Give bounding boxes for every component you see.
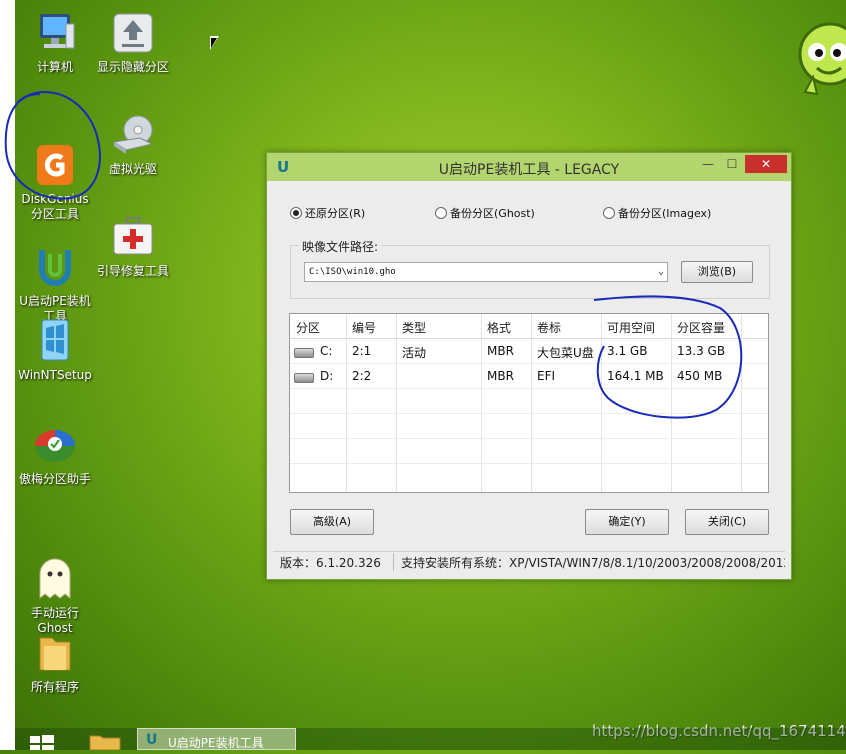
minimize-button[interactable]: — — [697, 155, 719, 173]
image-path-value: C:\ISO\win10.gho — [309, 267, 396, 277]
column-divider — [396, 314, 397, 492]
first-aid-kit-icon — [110, 214, 156, 260]
row-divider — [290, 413, 768, 414]
disk-drive-icon — [294, 348, 314, 358]
column-divider — [531, 314, 532, 492]
active-task-label: U启动PE装机工具 — [168, 736, 264, 750]
desktop-icon-label: 计算机 — [36, 60, 73, 74]
uqidong-logo-icon — [32, 229, 78, 286]
virtual-drive-icon — [110, 112, 156, 158]
table-cell: 450 MB — [677, 369, 723, 383]
taskbar-active-task[interactable]: U U启动PE装机工具 — [137, 728, 296, 750]
table-cell: 164.1 MB — [607, 369, 664, 383]
column-header-number[interactable]: 编号 — [352, 319, 376, 336]
desktop-icon-show-hidden-partition[interactable]: 显示隐藏分区 — [91, 10, 175, 75]
column-header-volume-label[interactable]: 卷标 — [537, 319, 561, 336]
desktop-icon-label: WinNTSetup — [18, 368, 92, 382]
column-divider — [601, 314, 602, 492]
table-cell: 大包菜U盘 — [537, 346, 594, 360]
column-header-free-space[interactable]: 可用空间 — [607, 319, 655, 336]
browse-button[interactable]: 浏览(B) — [681, 261, 753, 283]
row-divider — [290, 363, 768, 364]
computer-icon — [32, 10, 78, 56]
column-header-capacity[interactable]: 分区容量 — [677, 319, 725, 336]
table-cell: MBR — [487, 344, 514, 358]
chevron-down-icon[interactable]: ⌄ — [658, 263, 664, 281]
desktop-icon-label: 虚拟光驱 — [108, 162, 157, 176]
radio-checked-icon — [290, 207, 302, 219]
radio-label: 还原分区(R) — [305, 207, 366, 220]
uqidong-logo-icon: U — [146, 732, 158, 748]
column-divider — [741, 314, 742, 492]
column-header-format[interactable]: 格式 — [487, 319, 511, 336]
diskgenius-icon — [32, 127, 78, 185]
folder-icon — [32, 630, 78, 676]
folder-icon — [89, 735, 121, 751]
disk-drive-icon — [294, 373, 314, 383]
status-bar: 版本：6.1.20.326 支持安装所有系统：XP/VISTA/WIN7/8/8… — [273, 551, 785, 572]
desktop-icon-virtual-drive[interactable]: 虚拟光驱 — [91, 112, 175, 177]
radio-label: 备份分区(Imagex) — [618, 207, 712, 220]
column-divider — [671, 314, 672, 492]
taskbar-explorer-button[interactable] — [86, 728, 126, 751]
partition-icon — [110, 10, 156, 56]
table-cell: D: — [320, 369, 334, 383]
radio-unchecked-icon — [603, 207, 615, 219]
image-path-group: 映像文件路径: C:\ISO\win10.gho ⌄ 浏览(B) — [290, 238, 770, 299]
radio-restore-partition[interactable]: 还原分区(R) — [290, 205, 365, 221]
partition-table[interactable]: 分区 编号 类型 格式 卷标 可用空间 分区容量 C: 2:1 活动 MBR 大… — [289, 313, 769, 493]
title-bar[interactable]: U U启动PE装机工具 - LEGACY — ☐ ✕ — [267, 153, 791, 181]
version-text: 版本：6.1.20.326 — [280, 556, 381, 570]
radio-backup-ghost[interactable]: 备份分区(Ghost) — [435, 205, 535, 221]
radio-label: 备份分区(Ghost) — [450, 207, 535, 220]
radio-unchecked-icon — [435, 207, 447, 219]
image-path-label: 映像文件路径: — [299, 238, 382, 255]
ghost-icon — [32, 541, 78, 600]
table-cell: 13.3 GB — [677, 344, 726, 358]
column-header-type[interactable]: 类型 — [402, 319, 426, 336]
mouse-cursor-icon — [210, 36, 219, 50]
table-cell: MBR — [487, 369, 514, 383]
windows-logo-icon — [30, 735, 54, 750]
close-button[interactable]: 关闭(C) — [685, 509, 769, 535]
desktop-icon-aomei[interactable]: 傲梅分区助手 — [13, 422, 97, 487]
desktop-icon-all-programs[interactable]: 所有程序 — [13, 630, 97, 695]
row-divider — [290, 438, 768, 439]
table-cell: 活动 — [402, 346, 427, 360]
winntsetup-icon — [32, 318, 78, 364]
table-header: 分区 编号 类型 格式 卷标 可用空间 分区容量 — [290, 314, 768, 339]
desktop-icon-winntsetup[interactable]: WinNTSetup — [13, 318, 97, 383]
table-cell: EFI — [537, 369, 556, 383]
table-cell: 2:1 — [352, 344, 372, 358]
column-divider — [346, 314, 347, 492]
column-divider — [481, 314, 482, 492]
row-divider — [290, 388, 768, 389]
advanced-button[interactable]: 高级(A) — [290, 509, 374, 535]
installer-window: U U启动PE装机工具 - LEGACY — ☐ ✕ 还原分区(R) 备份分区(… — [266, 152, 792, 580]
maximize-button[interactable]: ☐ — [721, 155, 743, 173]
start-button[interactable] — [26, 728, 58, 750]
desktop-icon-label: 所有程序 — [30, 680, 79, 694]
column-header-partition[interactable]: 分区 — [296, 319, 320, 336]
supported-systems-text: 支持安装所有系统：XP/VISTA/WIN7/8/8.1/10/2003/200… — [401, 556, 785, 570]
table-cell: 2:2 — [352, 369, 372, 383]
desktop-icon-label: 显示隐藏分区 — [96, 60, 169, 74]
image-path-combobox[interactable]: C:\ISO\win10.gho ⌄ — [304, 262, 668, 282]
radio-backup-imagex[interactable]: 备份分区(Imagex) — [603, 205, 711, 221]
mascot-cabbage-icon — [795, 22, 846, 117]
row-divider — [290, 463, 768, 464]
table-cell: 3.1 GB — [607, 344, 648, 358]
desktop-icon-label: 引导修复工具 — [96, 264, 169, 278]
table-cell: C: — [320, 344, 333, 358]
desktop-icon-label: 傲梅分区助手 — [18, 472, 91, 486]
close-window-button[interactable]: ✕ — [745, 155, 787, 173]
ok-button[interactable]: 确定(Y) — [585, 509, 669, 535]
desktop-icon-boot-repair[interactable]: 引导修复工具 — [91, 214, 175, 279]
status-separator — [393, 553, 394, 571]
desktop-icon-computer[interactable]: 计算机 — [13, 10, 97, 75]
aomei-icon — [32, 422, 78, 468]
